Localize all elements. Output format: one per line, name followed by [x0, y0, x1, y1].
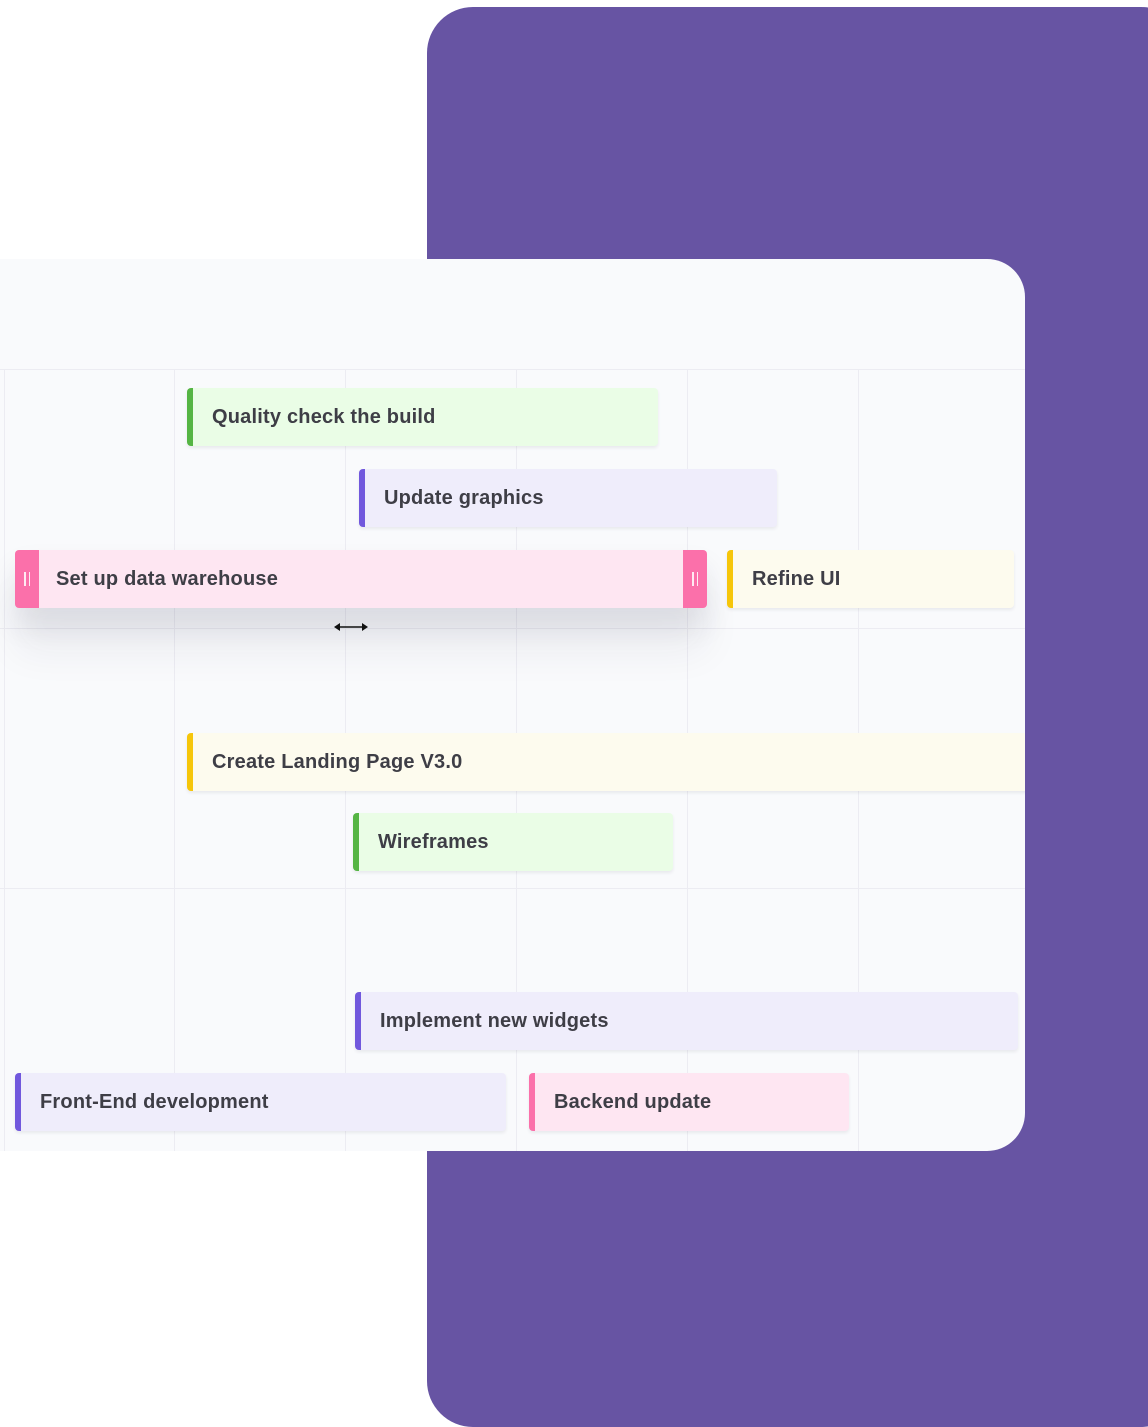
grid-column-line [174, 369, 175, 1151]
task-label: Implement new widgets [380, 1009, 609, 1032]
resize-handle-left[interactable] [15, 550, 39, 608]
task-bar-update-graphics[interactable]: Update graphics [359, 469, 777, 527]
task-label: Wireframes [378, 830, 489, 853]
grid-row-line [0, 369, 1025, 370]
task-label: Create Landing Page V3.0 [212, 750, 463, 773]
grid-row-line [0, 628, 1025, 629]
task-bar-quality-check[interactable]: Quality check the build [187, 388, 658, 446]
grid-row-line [0, 888, 1025, 889]
task-label: Update graphics [384, 486, 544, 509]
drag-handle-icon [692, 572, 698, 586]
task-bar-wireframes[interactable]: Wireframes [353, 813, 673, 871]
task-label: Backend update [554, 1090, 712, 1113]
task-bar-front-end-development[interactable]: Front-End development [15, 1073, 506, 1131]
task-bar-create-landing-page[interactable]: Create Landing Page V3.0 [187, 733, 1025, 791]
gantt-timeline-panel: Quality check the build Update graphics … [0, 259, 1025, 1151]
task-bar-refine-ui[interactable]: Refine UI [727, 550, 1014, 608]
task-label: Front-End development [40, 1090, 269, 1113]
grid-column-line [4, 369, 5, 1151]
task-label: Refine UI [752, 567, 841, 590]
task-bar-implement-new-widgets[interactable]: Implement new widgets [355, 992, 1018, 1050]
drag-handle-icon [24, 572, 30, 586]
horizontal-resize-cursor-icon [334, 623, 368, 631]
task-bar-backend-update[interactable]: Backend update [529, 1073, 849, 1131]
resize-handle-right[interactable] [683, 550, 707, 608]
task-bar-setup-data-warehouse[interactable]: Set up data warehouse [15, 550, 707, 608]
task-label: Quality check the build [212, 405, 436, 428]
task-label: Set up data warehouse [56, 567, 279, 590]
